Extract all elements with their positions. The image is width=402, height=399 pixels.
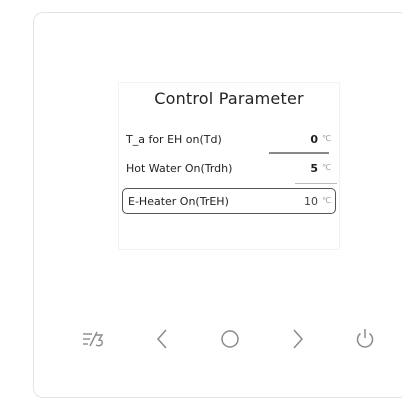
chevron-left-icon (154, 328, 170, 350)
param-unit: ℃ (322, 196, 331, 205)
menu-mode-icon (81, 329, 105, 349)
param-label: Hot Water On(Trdh) (126, 162, 233, 175)
power-button[interactable] (350, 324, 380, 354)
menu-mode-button[interactable] (78, 324, 108, 354)
ok-button[interactable] (215, 324, 245, 354)
param-row-treh-selected[interactable]: E-Heater On(TrEH) 10 ℃ (122, 188, 336, 214)
param-unit: ℃ (322, 134, 331, 143)
param-value: 5 (310, 162, 318, 175)
param-label: T_a for EH on(Td) (126, 133, 222, 146)
power-icon (354, 327, 376, 351)
row-divider (295, 183, 337, 184)
param-value: 10 (304, 195, 318, 208)
param-label: E-Heater On(TrEH) (128, 195, 229, 208)
param-value: 0 (310, 133, 318, 146)
param-row-td[interactable]: T_a for EH on(Td) 0 ℃ (123, 127, 335, 153)
circle-ok-icon (219, 328, 241, 350)
param-unit: ℃ (322, 163, 331, 172)
chevron-right-icon (290, 328, 306, 350)
left-button[interactable] (147, 324, 177, 354)
param-row-trdh[interactable]: Hot Water On(Trdh) 5 ℃ (123, 156, 335, 182)
screen-title: Control Parameter (154, 89, 304, 108)
right-button[interactable] (283, 324, 313, 354)
display-screen: Control Parameter T_a for EH on(Td) 0 ℃ … (118, 82, 340, 250)
row-divider (269, 152, 329, 154)
